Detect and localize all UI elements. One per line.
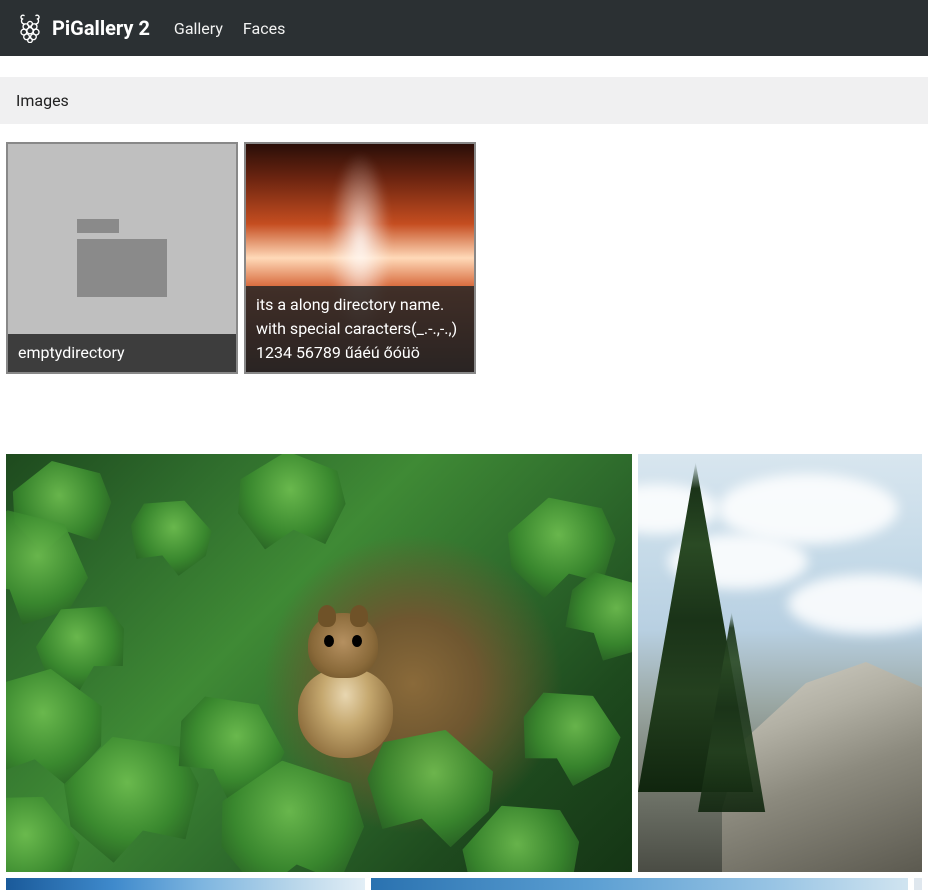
directory-tile[interactable]: emptydirectory	[6, 142, 238, 374]
brand-title: PiGallery 2	[52, 16, 150, 40]
squirrel-shape	[288, 613, 408, 763]
directory-label: its a along directory name. with special…	[246, 286, 474, 372]
breadcrumb: Images	[0, 77, 928, 124]
nav-links: Gallery Faces	[174, 19, 285, 38]
photo-thumbnail[interactable]	[638, 454, 922, 872]
photo-grid-row-2	[0, 878, 928, 896]
brand-link[interactable]: PiGallery 2	[16, 13, 150, 43]
nav-faces[interactable]: Faces	[243, 19, 285, 38]
directory-grid: emptydirectory its a along directory nam…	[0, 124, 928, 374]
nav-gallery[interactable]: Gallery	[174, 19, 223, 38]
navbar: PiGallery 2 Gallery Faces	[0, 0, 928, 56]
photo-thumbnail[interactable]	[371, 878, 908, 890]
photo-thumbnail[interactable]	[914, 878, 922, 890]
photo-grid	[0, 374, 928, 878]
photo-thumbnail[interactable]	[6, 454, 632, 872]
folder-icon	[77, 219, 167, 297]
directory-tile[interactable]: its a along directory name. with special…	[244, 142, 476, 374]
photo-thumbnail[interactable]	[6, 878, 365, 890]
top-spacer	[0, 56, 928, 77]
raspberry-logo-icon	[16, 13, 44, 43]
directory-label: emptydirectory	[8, 334, 236, 372]
breadcrumb-label[interactable]: Images	[16, 91, 69, 110]
